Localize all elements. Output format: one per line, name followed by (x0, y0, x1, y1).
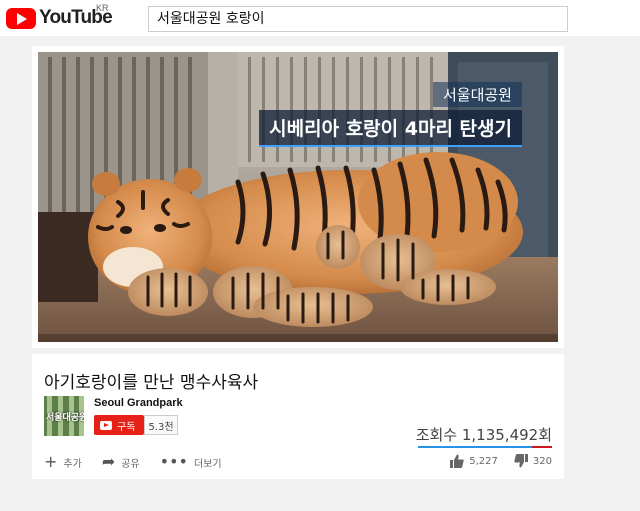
caption-title: 시베리아 호랑이 4마리 탄생기 (259, 110, 522, 147)
subscribe-button[interactable]: 구독 (94, 415, 144, 435)
youtube-play-icon (6, 7, 36, 29)
add-label: 추가 (63, 458, 82, 470)
top-bar: YouTube KR 서울대공원 호랑이 (0, 0, 640, 36)
youtube-play-icon (100, 420, 112, 430)
channel-name[interactable]: Seoul Grandpark (94, 397, 183, 409)
more-dots-icon: ••• (159, 452, 188, 471)
thumbs-down-icon (514, 454, 528, 468)
more-button[interactable]: ••• 더보기 (160, 454, 222, 470)
subscriber-count: 5.3천 (144, 415, 178, 435)
video-title: 아기호랑이를 만난 맹수사육사 (44, 373, 259, 393)
caption-subtitle: 서울대공원 (432, 82, 522, 107)
more-label: 더보기 (193, 458, 222, 470)
view-count: 조회수 1,135,492회 (415, 426, 552, 444)
add-button[interactable]: + 추가 (44, 454, 82, 470)
search-input[interactable]: 서울대공원 호랑이 (148, 6, 568, 32)
share-arrow-icon: ➦ (101, 452, 116, 471)
region-code: KR (96, 3, 109, 13)
subscribe-label: 구독 (117, 421, 136, 433)
plus-icon: + (44, 452, 58, 471)
channel-avatar[interactable]: 서울대공원 (44, 396, 84, 436)
like-count: 5,227 (469, 455, 498, 467)
rating-bar: 5,227 320 (434, 454, 552, 468)
action-bar: + 추가 ➦ 공유 ••• 더보기 (44, 454, 242, 470)
like-button[interactable]: 5,227 (450, 454, 498, 468)
video-info-panel: 아기호랑이를 만난 맹수사육사 서울대공원 Seoul Grandpark 구독… (32, 354, 564, 479)
dislike-button[interactable]: 320 (514, 454, 552, 468)
video-caption: 서울대공원 시베리아 호랑이 4마리 탄생기 (259, 82, 522, 147)
thumbs-up-icon (450, 454, 464, 468)
video-player[interactable]: 서울대공원 시베리아 호랑이 4마리 탄생기 (38, 52, 558, 342)
share-label: 공유 (121, 458, 140, 470)
share-button[interactable]: ➦ 공유 (102, 454, 140, 470)
dislike-ratio-bar (532, 446, 552, 448)
dislike-count: 320 (532, 455, 552, 467)
video-player-frame: 서울대공원 시베리아 호랑이 4마리 탄생기 (32, 46, 564, 348)
channel-avatar-text: 서울대공원 (46, 413, 84, 423)
